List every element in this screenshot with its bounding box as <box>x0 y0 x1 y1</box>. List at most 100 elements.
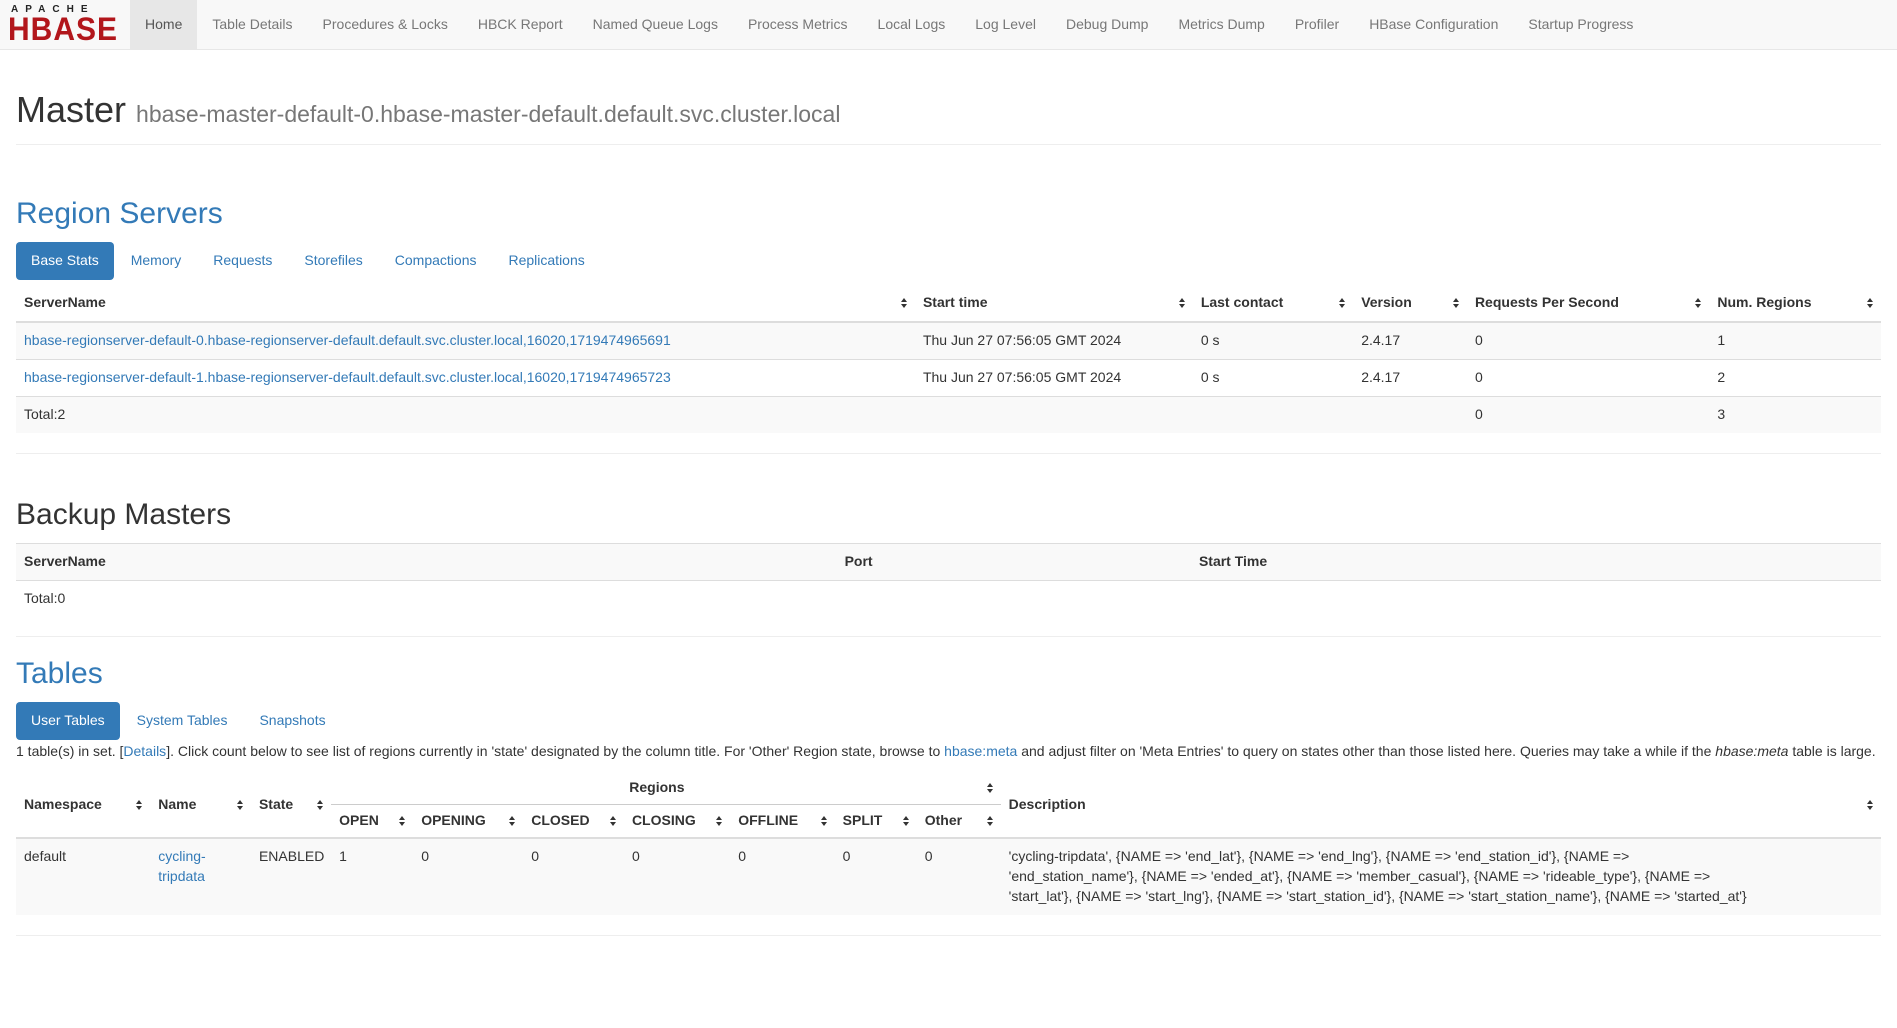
column-header-start-time[interactable]: Start time <box>915 285 1193 322</box>
nav-item-profiler[interactable]: Profiler <box>1280 0 1354 49</box>
nav-link-hbase-configuration[interactable]: HBase Configuration <box>1354 0 1513 50</box>
nav-link-local-logs[interactable]: Local Logs <box>863 0 961 50</box>
tab-system-tables[interactable]: System Tables <box>122 702 243 740</box>
hbase-logo[interactable]: APACHE HBASE <box>0 0 130 49</box>
sort-icon[interactable] <box>136 800 142 810</box>
region-servers-heading[interactable]: Region Servers <box>16 197 1881 230</box>
nav-link-log-level[interactable]: Log Level <box>960 0 1051 50</box>
tab-replications[interactable]: Replications <box>493 242 599 280</box>
nav-link-procedures-locks[interactable]: Procedures & Locks <box>308 0 463 50</box>
section-divider <box>16 636 1881 637</box>
tab-memory[interactable]: Memory <box>116 242 197 280</box>
sort-icon[interactable] <box>1867 800 1873 810</box>
nav-link-named-queue-logs[interactable]: Named Queue Logs <box>578 0 733 50</box>
column-header-split[interactable]: SPLIT <box>835 805 917 838</box>
tab-snapshots[interactable]: Snapshots <box>244 702 340 740</box>
top-navbar: APACHE HBASE Home Table Details Procedur… <box>0 0 1897 50</box>
nav-item-hbase-configuration[interactable]: HBase Configuration <box>1354 0 1513 49</box>
column-header-num-regions[interactable]: Num. Regions <box>1709 285 1881 322</box>
tab-storefiles[interactable]: Storefiles <box>289 242 377 280</box>
tab-snapshots-link[interactable]: Snapshots <box>244 702 340 740</box>
sort-icon[interactable] <box>821 816 827 826</box>
column-header-version[interactable]: Version <box>1353 285 1467 322</box>
nav-item-table-details[interactable]: Table Details <box>197 0 307 49</box>
column-header-opening[interactable]: OPENING <box>413 805 523 838</box>
nav-link-debug-dump[interactable]: Debug Dump <box>1051 0 1164 50</box>
nav-item-log-level[interactable]: Log Level <box>960 0 1051 49</box>
nav-link-home[interactable]: Home <box>130 0 197 50</box>
tab-compactions-link[interactable]: Compactions <box>380 242 492 280</box>
regionserver-link[interactable]: hbase-regionserver-default-1.hbase-regio… <box>24 369 671 385</box>
total-label: Total:0 <box>16 580 837 616</box>
tab-base-stats[interactable]: Base Stats <box>16 242 114 280</box>
tab-compactions[interactable]: Compactions <box>380 242 492 280</box>
nav-link-metrics-dump[interactable]: Metrics Dump <box>1163 0 1279 50</box>
nav-item-named-queue-logs[interactable]: Named Queue Logs <box>578 0 733 49</box>
sort-icon[interactable] <box>1453 298 1459 308</box>
column-label: Last contact <box>1201 294 1283 310</box>
column-header-last-contact[interactable]: Last contact <box>1193 285 1353 322</box>
sort-icon[interactable] <box>1179 298 1185 308</box>
cell-version: 2.4.17 <box>1353 359 1467 396</box>
cell-last-contact: 0 s <box>1193 322 1353 359</box>
table-name-link[interactable]: cycling-tripdata <box>158 848 205 884</box>
sort-icon[interactable] <box>1339 298 1345 308</box>
nav-item-hbck-report[interactable]: HBCK Report <box>463 0 578 49</box>
region-servers-table: ServerName Start time Last contact Versi… <box>16 285 1881 433</box>
column-group-regions[interactable]: Regions <box>331 772 1000 804</box>
tab-requests[interactable]: Requests <box>198 242 287 280</box>
sort-icon[interactable] <box>903 816 909 826</box>
sort-icon[interactable] <box>716 816 722 826</box>
sort-icon[interactable] <box>317 800 323 810</box>
column-header-requests-per-second[interactable]: Requests Per Second <box>1467 285 1709 322</box>
column-header-closing[interactable]: CLOSING <box>624 805 730 838</box>
nav-item-debug-dump[interactable]: Debug Dump <box>1051 0 1164 49</box>
nav-item-startup-progress[interactable]: Startup Progress <box>1513 0 1648 49</box>
sort-icon[interactable] <box>610 816 616 826</box>
nav-link-process-metrics[interactable]: Process Metrics <box>733 0 863 50</box>
tab-requests-link[interactable]: Requests <box>198 242 287 280</box>
tab-system-tables-link[interactable]: System Tables <box>122 702 243 740</box>
nav-link-profiler[interactable]: Profiler <box>1280 0 1354 50</box>
hbase-meta-link[interactable]: hbase:meta <box>944 743 1017 759</box>
nav-item-process-metrics[interactable]: Process Metrics <box>733 0 863 49</box>
column-header-offline[interactable]: OFFLINE <box>730 805 834 838</box>
tab-memory-link[interactable]: Memory <box>116 242 197 280</box>
regionserver-link[interactable]: hbase-regionserver-default-0.hbase-regio… <box>24 332 671 348</box>
details-link[interactable]: Details <box>123 743 166 759</box>
column-header-closed[interactable]: CLOSED <box>523 805 624 838</box>
column-header-other[interactable]: Other <box>917 805 1001 838</box>
sort-icon[interactable] <box>399 816 405 826</box>
column-header-state[interactable]: State <box>251 772 331 838</box>
tab-replications-link[interactable]: Replications <box>493 242 599 280</box>
tables-tabs: User Tables System Tables Snapshots <box>16 702 1881 740</box>
sort-icon[interactable] <box>901 298 907 308</box>
nav-item-procedures-locks[interactable]: Procedures & Locks <box>308 0 463 49</box>
column-header-name[interactable]: Name <box>150 772 251 838</box>
nav-link-hbck-report[interactable]: HBCK Report <box>463 0 578 50</box>
sort-icon[interactable] <box>1867 298 1873 308</box>
nav-link-startup-progress[interactable]: Startup Progress <box>1513 0 1648 50</box>
table-row: hbase-regionserver-default-0.hbase-regio… <box>16 322 1881 359</box>
column-header-servername[interactable]: ServerName <box>16 285 915 322</box>
column-header-namespace[interactable]: Namespace <box>16 772 150 838</box>
note-emphasis: hbase:meta <box>1715 743 1788 759</box>
tab-storefiles-link[interactable]: Storefiles <box>289 242 377 280</box>
region-servers-header-row: ServerName Start time Last contact Versi… <box>16 285 1881 322</box>
nav-item-metrics-dump[interactable]: Metrics Dump <box>1163 0 1279 49</box>
sort-icon[interactable] <box>237 800 243 810</box>
tab-user-tables[interactable]: User Tables <box>16 702 120 740</box>
sort-icon[interactable] <box>509 816 515 826</box>
sort-icon[interactable] <box>987 816 993 826</box>
column-header-description[interactable]: Description <box>1001 772 1881 838</box>
tab-user-tables-link[interactable]: User Tables <box>16 702 120 740</box>
column-header-open[interactable]: OPEN <box>331 805 413 838</box>
sort-icon[interactable] <box>987 783 993 793</box>
nav-item-local-logs[interactable]: Local Logs <box>863 0 961 49</box>
nav-link-table-details[interactable]: Table Details <box>197 0 307 50</box>
sort-icon[interactable] <box>1695 298 1701 308</box>
nav-item-home[interactable]: Home <box>130 0 197 49</box>
tab-base-stats-link[interactable]: Base Stats <box>16 242 114 280</box>
navbar-menu: Home Table Details Procedures & Locks HB… <box>130 0 1648 49</box>
tables-heading[interactable]: Tables <box>16 657 1881 690</box>
